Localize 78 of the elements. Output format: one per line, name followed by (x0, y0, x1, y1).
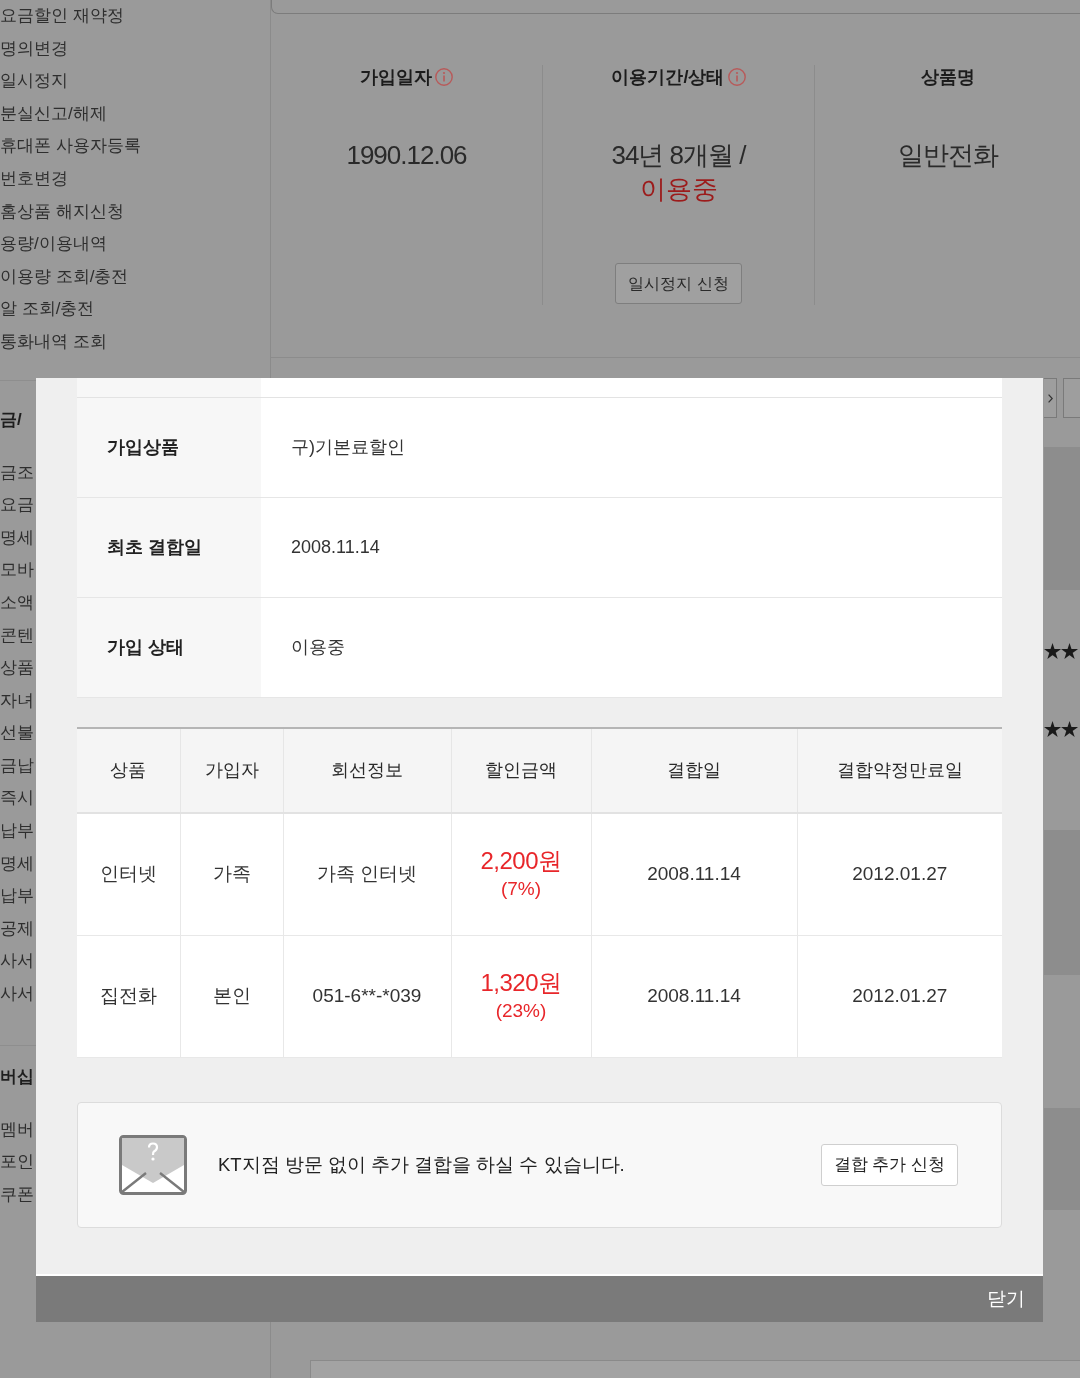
discount-amount: 1,320원 (480, 968, 562, 998)
sidebar-menu-item[interactable]: 분실신고/해제 (0, 97, 107, 131)
column-header: 할인금액 (451, 728, 591, 813)
sidebar-menu-item[interactable]: 휴대폰 사용자등록 (0, 130, 141, 163)
sidebar-menu-item[interactable]: 일시정지 (0, 65, 68, 98)
sidebar-menu-item[interactable]: 홈상품 해지신청 (0, 195, 124, 229)
sidebar-menu-item[interactable]: 명세 (0, 521, 34, 555)
sidebar-menu-item[interactable]: 알 조회/충전 (0, 293, 95, 326)
pause-request-button[interactable]: 일시정지 신청 (615, 263, 742, 304)
row-label: 최초 결합일 (77, 498, 261, 597)
sidebar-menu-item[interactable]: 납부 (0, 880, 34, 913)
summary-value: 일반전화 (897, 139, 998, 172)
sidebar-menu-item[interactable]: 납부 (0, 815, 34, 848)
table-cell: 2008.11.14 (591, 935, 797, 1057)
column-header: 회선정보 (283, 728, 451, 813)
info-icon[interactable] (435, 68, 453, 86)
sidebar-menu-item[interactable]: 사서 (0, 945, 34, 979)
sidebar-menu-item[interactable]: 명의변경 (0, 32, 68, 66)
sidebar-menu-item[interactable]: 자녀 (0, 684, 34, 718)
pagination-button[interactable] (1044, 378, 1057, 418)
table-cell: 집전화 (77, 935, 180, 1057)
sidebar-menu-item[interactable]: 이용량 조회/충전 (0, 260, 129, 294)
table-cell: 본인 (180, 935, 283, 1057)
table-cell: 가족 인터넷 (283, 813, 451, 935)
sidebar-menu-item[interactable]: 금납 (0, 749, 34, 783)
masked-text: ★★ (1044, 719, 1078, 741)
sidebar-menu-item[interactable]: 명세 (0, 847, 34, 881)
sidebar-menu-item[interactable]: 선불 (0, 717, 34, 750)
discount-rate: (7%) (500, 877, 542, 902)
table-cell: 051-6**-*039 (283, 935, 451, 1057)
sidebar-section-title: 금/ (0, 408, 22, 431)
row-label: 가입 상태 (77, 598, 261, 697)
sidebar-menu-item[interactable]: 금조 (0, 456, 34, 490)
sidebar-menu-item[interactable]: 사서 (0, 978, 34, 1011)
sidebar-menu-item[interactable]: 소액 (0, 586, 34, 620)
row-value: 2008.11.14 (261, 498, 1002, 597)
sidebar-menu-item[interactable]: 공제 (0, 912, 34, 946)
column-header: 결합약정만료일 (797, 728, 1002, 813)
sidebar-menu-item[interactable]: 번호변경 (0, 162, 68, 196)
discount-rate: (23%) (495, 999, 547, 1023)
sidebar-menu-item[interactable]: 포인 (0, 1146, 34, 1179)
info-icon[interactable] (727, 68, 746, 86)
table-cell: 2012.01.27 (797, 813, 1002, 935)
row-label: 가입상품 (77, 398, 261, 497)
pagination-button[interactable] (1063, 378, 1080, 418)
row-value: 구)기본료할인 (261, 398, 1002, 497)
sidebar-menu-item[interactable]: 즉시 (0, 782, 34, 816)
column-header: 결합일 (591, 728, 797, 813)
summary-heading: 이용기간/상태 (611, 66, 725, 89)
sidebar-section-title: 버십 (0, 1065, 34, 1088)
sidebar-menu-item[interactable]: 상품 (0, 652, 34, 685)
sidebar-menu-item[interactable]: 쿠폰 (0, 1178, 34, 1212)
sidebar-menu-item[interactable]: 요금할인 재약정 (0, 0, 124, 33)
sidebar-menu-item[interactable]: 통화내역 조회 (0, 325, 107, 359)
table-cell: 2008.11.14 (591, 813, 797, 935)
discount-amount: 2,200원 (480, 846, 562, 877)
sidebar-menu-item[interactable]: 용량/이용내역 (0, 228, 107, 261)
column-header: 가입자 (180, 728, 283, 813)
row-value: 이용중 (261, 598, 1002, 697)
masked-text: ★★ (1044, 641, 1078, 663)
table-cell: 2012.01.27 (797, 935, 1002, 1057)
add-combination-button[interactable]: 결합 추가 신청 (820, 1143, 958, 1186)
sidebar-menu-item[interactable]: 멤버 (0, 1113, 34, 1147)
table-cell: 가족 (180, 813, 283, 935)
notice-text: KT지점 방문 없이 추가 결합을 하실 수 있습니다. (218, 1152, 625, 1177)
chevron-right-icon (1047, 393, 1053, 403)
status-text: 이용중 (639, 173, 718, 206)
table-cell: 인터넷 (77, 813, 180, 935)
sidebar-menu-item[interactable]: 모바 (0, 554, 34, 587)
envelope-icon (119, 1134, 187, 1195)
column-header: 상품 (77, 728, 180, 813)
sidebar-menu-item[interactable]: 콘텐 (0, 619, 34, 653)
summary-value: 1990.12.06 (346, 139, 467, 172)
summary-value: 34년 8개월 / (611, 139, 746, 172)
sidebar-menu-item[interactable]: 요금 (0, 489, 34, 522)
summary-heading: 가입일자 (360, 66, 432, 89)
summary-heading: 상품명 (920, 66, 975, 89)
close-button[interactable]: 닫기 (987, 1284, 1025, 1314)
